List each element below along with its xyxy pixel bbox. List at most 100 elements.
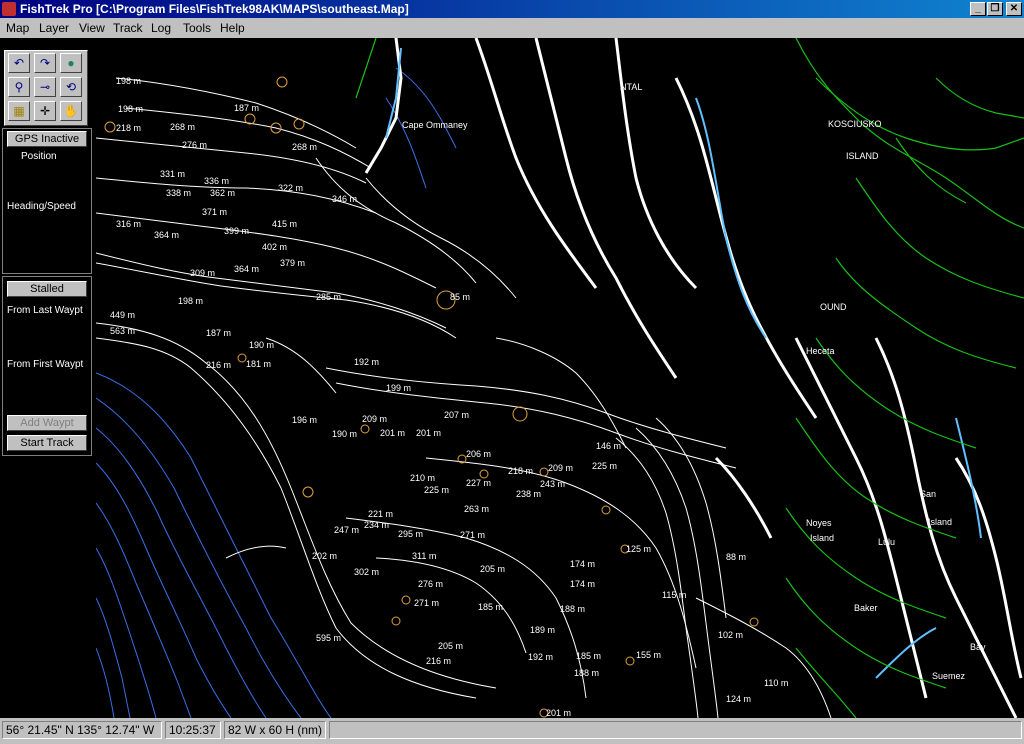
depth-label: 216 m [426, 656, 451, 666]
position-label: Position [21, 151, 57, 162]
restore-button[interactable]: ❐ [987, 2, 1003, 16]
depth-label: 331 m [160, 169, 185, 179]
minimize-button[interactable]: _ [970, 2, 986, 16]
close-button[interactable]: ✕ [1006, 2, 1022, 16]
menu-tools[interactable]: Tools [183, 21, 211, 35]
place-label: Cape Ommaney [402, 120, 468, 130]
place-label: OUND [820, 302, 847, 312]
add-waypt-button[interactable]: Add Waypt [7, 415, 87, 431]
depth-label: 225 m [424, 485, 449, 495]
left-panel: ↶ ↷ ● ⚲ ⊸ ⟲ ▦ ✛ ✋ GPS Inactive Position … [0, 38, 96, 718]
depth-label: 225 m [592, 461, 617, 471]
menu-track[interactable]: Track [113, 21, 143, 35]
depth-label: 218 m [116, 123, 141, 133]
depth-label: 247 m [334, 525, 359, 535]
globe-icon[interactable]: ● [60, 53, 82, 73]
depth-label: 198 m [118, 104, 143, 114]
depth-label: 174 m [570, 559, 595, 569]
depth-label: 115 m [662, 590, 686, 600]
depth-label: 124 m [726, 694, 751, 704]
depth-label: 185 m [576, 651, 601, 661]
depth-label: 449 m [110, 310, 135, 320]
start-track-button[interactable]: Start Track [7, 435, 87, 451]
refresh-icon[interactable]: ⟲ [60, 77, 82, 97]
hand-icon[interactable]: ✋ [60, 101, 82, 121]
depth-label: 276 m [418, 579, 443, 589]
depth-label: 201 m [546, 708, 571, 718]
depth-label: 188 m [574, 668, 599, 678]
depth-label: 88 m [726, 552, 746, 562]
heading-speed-label: Heading/Speed [7, 201, 76, 212]
depth-label: 302 m [354, 567, 379, 577]
depth-label: 190 m [249, 340, 274, 350]
from-last-waypt-label: From Last Waypt [7, 305, 83, 316]
depth-label: 268 m [170, 122, 195, 132]
depth-label: 364 m [154, 230, 179, 240]
depth-label: 238 m [516, 489, 541, 499]
track-group: Stalled From Last Waypt From First Waypt… [2, 276, 92, 456]
measure-icon[interactable]: ⊸ [34, 77, 56, 97]
depth-label: 295 m [398, 529, 423, 539]
time-readout: 10:25:37 [165, 721, 221, 739]
depth-label: 209 m [548, 463, 573, 473]
grid-icon[interactable]: ▦ [8, 101, 30, 121]
depth-label: 271 m [414, 598, 439, 608]
depth-label: 243 m [540, 479, 565, 489]
depth-label: 110 m [764, 678, 788, 688]
depth-label: 174 m [570, 579, 595, 589]
from-first-waypt-label: From First Waypt [7, 359, 84, 370]
depth-label: 371 m [202, 207, 227, 217]
depth-label: 263 m [464, 504, 489, 514]
redo-icon[interactable]: ↷ [34, 53, 56, 73]
depth-label: 364 m [234, 264, 259, 274]
depth-label: 402 m [262, 242, 287, 252]
depth-label: 346 m [332, 194, 357, 204]
depth-label: 201 m [380, 428, 405, 438]
depth-label: 216 m [206, 360, 231, 370]
depth-label: 125 m [626, 544, 651, 554]
gps-status-button[interactable]: GPS Inactive [7, 131, 87, 147]
depth-label: 206 m [466, 449, 491, 459]
depth-label: 205 m [438, 641, 463, 651]
depth-label: 187 m [206, 328, 231, 338]
depth-label: 415 m [272, 219, 297, 229]
depth-label: 322 m [278, 183, 303, 193]
depth-label: 102 m [718, 630, 743, 640]
place-label: Suemez [932, 671, 966, 681]
toolbox: ↶ ↷ ● ⚲ ⊸ ⟲ ▦ ✛ ✋ [4, 50, 88, 126]
depth-label: 234 m [364, 520, 389, 530]
menu-view[interactable]: View [79, 21, 105, 35]
depth-label: 190 m [332, 429, 357, 439]
undo-icon[interactable]: ↶ [8, 53, 30, 73]
depth-label: 271 m [460, 530, 485, 540]
depth-label: 218 m [508, 466, 533, 476]
depth-label: 199 m [386, 383, 411, 393]
zoom-icon[interactable]: ⚲ [8, 77, 30, 97]
menu-map[interactable]: Map [6, 21, 29, 35]
menu-help[interactable]: Help [220, 21, 245, 35]
menu-log[interactable]: Log [151, 21, 171, 35]
depth-label: 563 m [110, 326, 135, 336]
coordinates-readout: 56° 21.45" N 135° 12.74" W [2, 721, 162, 739]
menu-layer[interactable]: Layer [39, 21, 69, 35]
crosshair-icon[interactable]: ✛ [34, 101, 56, 121]
status-message-panel [329, 721, 1022, 739]
depth-label: 379 m [280, 258, 305, 268]
depth-label: 336 m [204, 176, 229, 186]
depth-label: 311 m [412, 551, 436, 561]
place-label: ISLAND [846, 151, 879, 161]
title-bar: FishTrek Pro [C:\Program Files\FishTrek9… [0, 0, 1024, 18]
depth-label: 595 m [316, 633, 341, 643]
menu-bar: Map Layer View Track Log Tools Help [0, 18, 1024, 38]
map-canvas[interactable]: 198 m 198 m 187 m 218 m 268 m 276 m 268 … [96, 38, 1024, 718]
depth-label: 188 m [560, 604, 585, 614]
place-label: Noyes [806, 518, 832, 528]
place-label: KOSCIUSKO [828, 119, 882, 129]
depth-label: 268 m [292, 142, 317, 152]
place-label: Island [810, 533, 834, 543]
stalled-button[interactable]: Stalled [7, 281, 87, 297]
depth-label: 202 m [312, 551, 337, 561]
depth-label: 227 m [466, 478, 491, 488]
depth-label: 276 m [182, 140, 207, 150]
depth-label: 192 m [528, 652, 553, 662]
